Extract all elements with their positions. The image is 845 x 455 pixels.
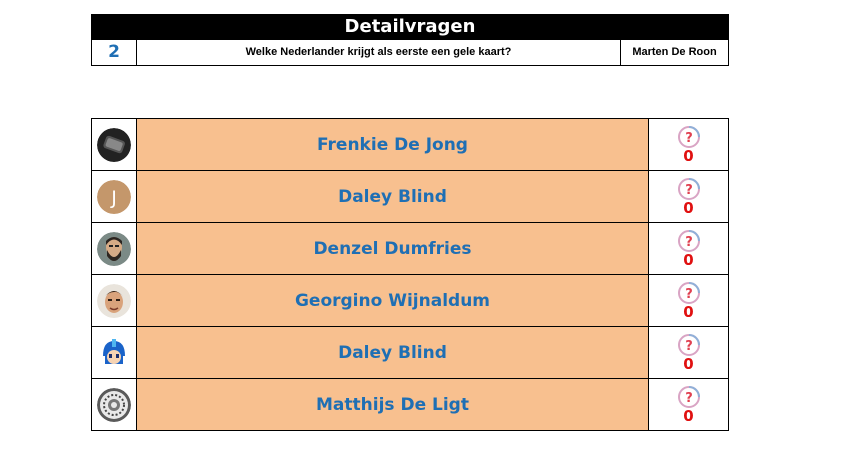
page-title: Detailvragen <box>91 14 729 40</box>
bearded-man-photo-avatar <box>97 231 131 266</box>
answers-table: Frenkie De Jong ? 0 J Daley Blind ? 0 De… <box>91 118 729 431</box>
avatar-cell <box>92 119 137 170</box>
emblem-avatar <box>97 387 131 422</box>
answer-row: Matthijs De Ligt ? 0 <box>92 379 728 431</box>
question-mark-icon: ? <box>677 282 700 304</box>
answer-row: Frenkie De Jong ? 0 <box>92 119 728 171</box>
question-header: Detailvragen 2 Welke Nederlander krijgt … <box>91 14 729 66</box>
question-mark-icon: ? <box>677 178 700 200</box>
score: 0 <box>683 355 694 373</box>
avatar-cell <box>92 223 137 274</box>
player-name: Daley Blind <box>137 327 649 378</box>
score: 0 <box>683 407 694 425</box>
question-row: 2 Welke Nederlander krijgt als eerste ee… <box>91 40 729 66</box>
answer-row: Denzel Dumfries ? 0 <box>92 223 728 275</box>
question-mark-icon: ? <box>677 334 700 356</box>
answer-row: J Daley Blind ? 0 <box>92 171 728 223</box>
status-cell: ? 0 <box>649 171 728 222</box>
letter-j-avatar: J <box>97 179 131 214</box>
svg-text:J: J <box>110 187 117 209</box>
answer-row: Daley Blind ? 0 <box>92 327 728 379</box>
svg-text:?: ? <box>685 339 693 354</box>
status-cell: ? 0 <box>649 379 728 430</box>
status-cell: ? 0 <box>649 275 728 326</box>
svg-text:?: ? <box>685 235 693 250</box>
avatar-cell <box>92 379 137 430</box>
man-photo-avatar <box>97 283 131 318</box>
player-name: Daley Blind <box>137 171 649 222</box>
avatar-cell <box>92 327 137 378</box>
svg-text:?: ? <box>685 131 693 146</box>
question-mark-icon: ? <box>677 386 700 408</box>
status-cell: ? 0 <box>649 327 728 378</box>
score: 0 <box>683 303 694 321</box>
score: 0 <box>683 251 694 269</box>
answer-row: Georgino Wijnaldum ? 0 <box>92 275 728 327</box>
question-text: Welke Nederlander krijgt als eerste een … <box>137 40 621 65</box>
player-name: Frenkie De Jong <box>137 119 649 170</box>
question-mark-icon: ? <box>677 230 700 252</box>
phone-avatar <box>97 127 131 162</box>
player-name: Georgino Wijnaldum <box>137 275 649 326</box>
player-name: Denzel Dumfries <box>137 223 649 274</box>
player-name: Matthijs De Ligt <box>137 379 649 430</box>
svg-text:?: ? <box>685 287 693 302</box>
megaman-avatar <box>97 335 131 370</box>
avatar-cell <box>92 275 137 326</box>
score: 0 <box>683 199 694 217</box>
question-number: 2 <box>92 40 137 65</box>
svg-text:?: ? <box>685 391 693 406</box>
question-author: Marten De Roon <box>632 46 717 58</box>
score: 0 <box>683 147 694 165</box>
status-cell: ? 0 <box>649 223 728 274</box>
question-mark-icon: ? <box>677 126 700 148</box>
svg-text:?: ? <box>685 183 693 198</box>
avatar-cell: J <box>92 171 137 222</box>
status-cell: ? 0 <box>649 119 728 170</box>
